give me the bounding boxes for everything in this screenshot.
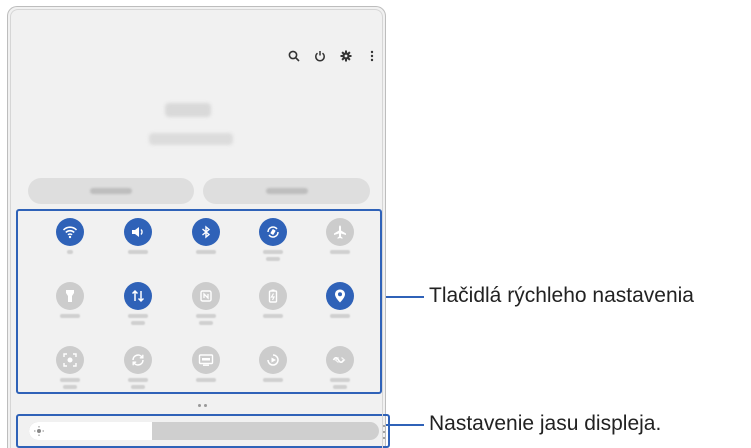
nearby-share-tile[interactable] [326, 346, 354, 389]
sound-tile[interactable] [124, 218, 152, 254]
page-indicator [198, 404, 207, 407]
airplane-icon [326, 218, 354, 246]
auto-rotate-icon [259, 218, 287, 246]
power-icon[interactable] [313, 49, 327, 63]
wifi-tile[interactable] [56, 218, 84, 254]
power-saving-tile[interactable] [259, 282, 287, 318]
clock-placeholder [165, 103, 211, 117]
bluetooth-tile[interactable] [192, 218, 220, 254]
airplane-tile[interactable] [326, 218, 354, 254]
mobile-data-tile[interactable] [124, 282, 152, 325]
brightness-panel [16, 414, 390, 448]
media-output-button[interactable] [203, 178, 370, 204]
sync-icon [124, 346, 152, 374]
quick-settings-panel [16, 209, 382, 394]
nfc-tile[interactable] [192, 282, 220, 325]
auto-rotate-tile[interactable] [259, 218, 287, 261]
tablet-frame [7, 6, 390, 448]
flashlight-icon [56, 282, 84, 310]
more-vert-icon[interactable] [365, 49, 379, 63]
smart-view-icon [259, 346, 287, 374]
mobile-data-icon [124, 282, 152, 310]
sun-icon [33, 425, 45, 437]
flashlight-tile[interactable] [56, 282, 84, 318]
sound-icon [124, 218, 152, 246]
screen-recorder-icon [56, 346, 84, 374]
device-control-button[interactable] [28, 178, 194, 204]
screen-recorder-tile[interactable] [56, 346, 84, 389]
brightness-more-icon[interactable] [382, 425, 386, 439]
bluetooth-icon [192, 218, 220, 246]
wifi-icon [56, 218, 84, 246]
smart-view-tile[interactable] [259, 346, 287, 382]
callout-line-brightness [386, 424, 424, 426]
nfc-icon [192, 282, 220, 310]
sync-tile[interactable] [124, 346, 152, 389]
nearby-share-icon [326, 346, 354, 374]
power-saving-icon [259, 282, 287, 310]
callout-quick-settings: Tlačidlá rýchleho nastavenia [429, 284, 694, 307]
date-placeholder [149, 133, 233, 145]
brightness-slider[interactable] [29, 422, 379, 440]
callout-line-quick-settings [386, 296, 424, 298]
location-tile[interactable] [326, 282, 354, 318]
gear-icon[interactable] [339, 49, 353, 63]
header-actions [287, 49, 379, 63]
brightness-fill [29, 422, 152, 440]
dex-tile[interactable] [192, 346, 220, 382]
location-icon [326, 282, 354, 310]
dex-icon [192, 346, 220, 374]
callout-brightness: Nastavenie jasu displeja. [429, 412, 662, 435]
search-icon[interactable] [287, 49, 301, 63]
